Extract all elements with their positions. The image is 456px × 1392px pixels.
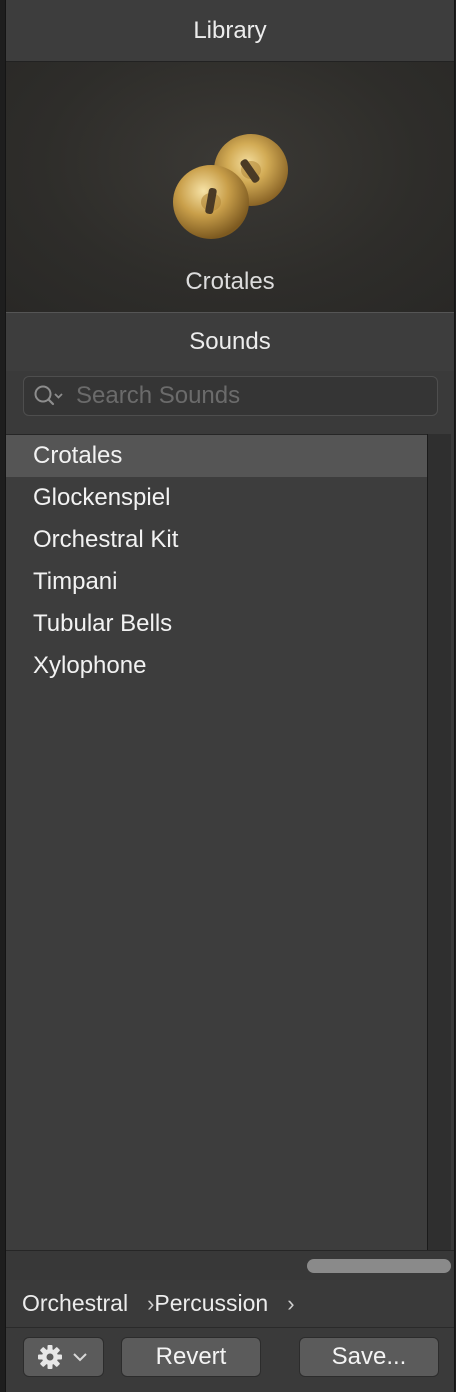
sounds-header: Sounds xyxy=(6,313,454,371)
library-header: Library xyxy=(6,0,454,62)
horizontal-scrollbar[interactable] xyxy=(6,1250,454,1280)
horizontal-scroll-thumb[interactable] xyxy=(307,1259,451,1273)
action-menu-button[interactable] xyxy=(23,1337,104,1377)
patch-preview: Crotales xyxy=(6,62,454,313)
sounds-list: Crotales Glockenspiel Orchestral Kit Tim… xyxy=(6,434,427,1250)
breadcrumb: Orchestral › Percussion › xyxy=(6,1280,454,1328)
sounds-title: Sounds xyxy=(189,328,271,355)
list-item[interactable]: Tubular Bells xyxy=(6,603,427,645)
chevron-right-icon[interactable]: › xyxy=(287,1291,294,1317)
library-title: Library xyxy=(193,16,267,44)
gear-icon xyxy=(37,1345,87,1369)
search-field[interactable] xyxy=(23,376,438,416)
chevron-down-icon xyxy=(72,1353,87,1362)
list-item[interactable]: Xylophone xyxy=(6,645,427,687)
save-button[interactable]: Save... xyxy=(299,1337,439,1377)
search-icon[interactable] xyxy=(28,377,70,415)
list-item[interactable]: Orchestral Kit xyxy=(6,519,427,561)
breadcrumb-item-percussion[interactable]: Percussion xyxy=(154,1290,268,1317)
footer-bar: Revert Save... xyxy=(6,1329,454,1392)
list-item[interactable]: Timpani xyxy=(6,561,427,603)
library-panel: Library Crotales Sounds Search Sounds Cr… xyxy=(5,0,455,1392)
revert-button[interactable]: Revert xyxy=(121,1337,261,1377)
list-item[interactable]: Glockenspiel xyxy=(6,477,427,519)
search-input[interactable] xyxy=(70,382,437,410)
patch-name: Crotales xyxy=(185,268,275,295)
list-item[interactable]: Crotales xyxy=(6,435,427,477)
cymbals-icon xyxy=(173,134,288,239)
breadcrumb-item-orchestral[interactable]: Orchestral xyxy=(22,1290,128,1317)
chevron-right-icon: › xyxy=(147,1290,155,1316)
vertical-scrollbar[interactable] xyxy=(427,434,451,1250)
